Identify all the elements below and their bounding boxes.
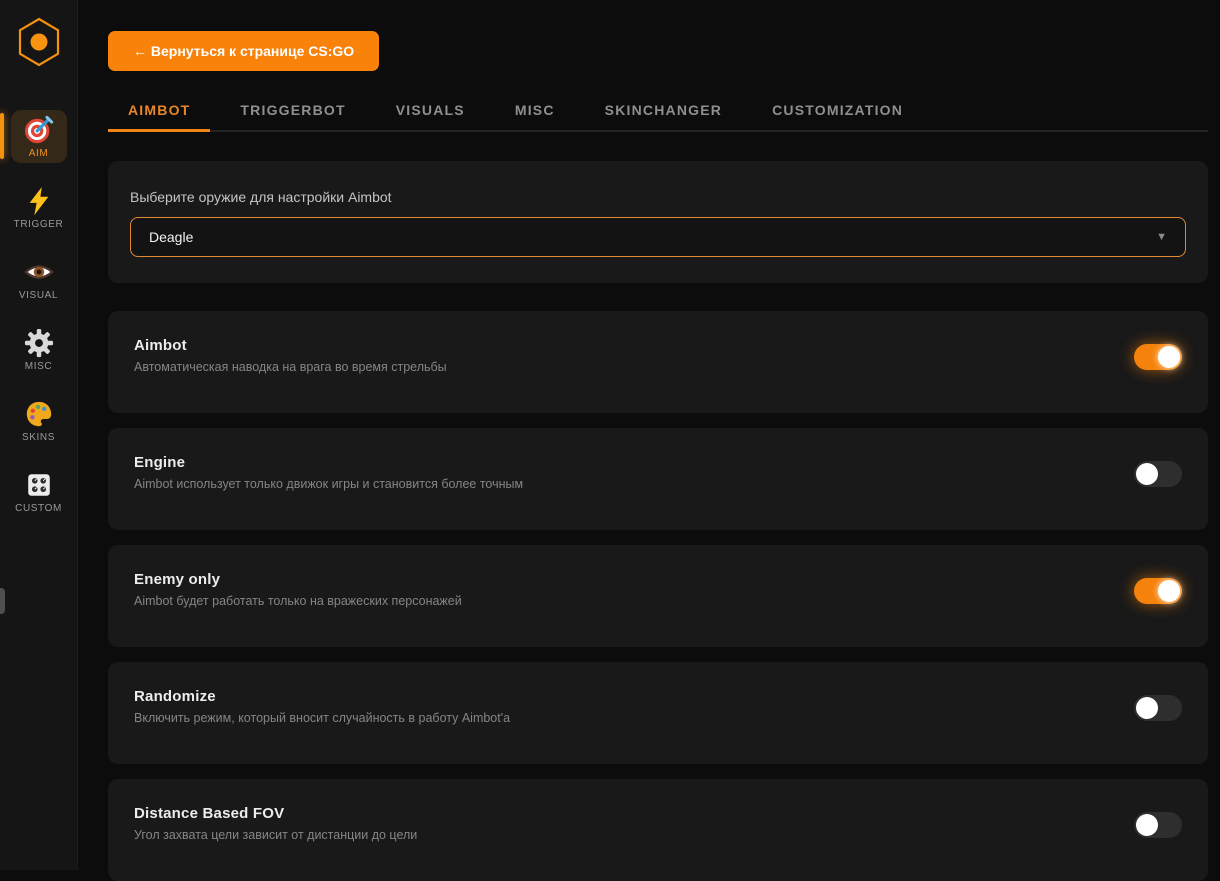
sidebar: AIM TRIGGER VISUAL — [0, 0, 78, 870]
weapon-select-value: Deagle — [149, 229, 193, 245]
weapon-select-card: Выберите оружие для настройки Aimbot Dea… — [108, 161, 1208, 283]
tab-triggerbot[interactable]: TRIGGERBOT — [220, 98, 365, 132]
sidebar-item-label: MISC — [25, 361, 52, 372]
setting-title: Randomize — [134, 688, 510, 705]
toggle-knob — [1136, 697, 1158, 719]
distance-based-fov-toggle[interactable] — [1134, 812, 1182, 838]
setting-description: Угол захвата цели зависит от дистанции д… — [134, 828, 417, 842]
sidebar-item-label: CUSTOM — [15, 503, 62, 514]
setting-title: Engine — [134, 454, 523, 471]
sidebar-item-label: TRIGGER — [14, 219, 64, 230]
sidebar-item-label: VISUAL — [19, 290, 58, 301]
setting-info: Engine Aimbot использует только движок и… — [134, 454, 523, 491]
sidebar-item-label: AIM — [29, 148, 49, 159]
tab-visuals[interactable]: VISUALS — [376, 98, 485, 132]
enemy-only-toggle[interactable] — [1134, 578, 1182, 604]
weapon-select-dropdown[interactable]: Deagle ▼ — [130, 217, 1186, 257]
app-window: AIM TRIGGER VISUAL — [0, 0, 1220, 870]
left-edge-handle[interactable] — [0, 588, 5, 614]
setting-description: Автоматическая наводка на врага во время… — [134, 360, 447, 374]
weapon-select-label: Выберите оружие для настройки Aimbot — [130, 189, 1186, 205]
tab-bar: AIMBOT TRIGGERBOT VISUALS MISC SKINCHANG… — [108, 98, 1208, 132]
tab-skinchanger[interactable]: SKINCHANGER — [585, 98, 742, 132]
sidebar-item-label: SKINS — [22, 432, 55, 443]
setting-info: Randomize Включить режим, который вносит… — [134, 688, 510, 725]
toggle-knob — [1158, 580, 1180, 602]
setting-title: Enemy only — [134, 571, 462, 588]
setting-title: Aimbot — [134, 337, 447, 354]
eye-icon — [24, 257, 54, 287]
setting-card-engine: Engine Aimbot использует только движок и… — [108, 428, 1208, 530]
sidebar-item-misc[interactable]: MISC — [11, 323, 67, 376]
randomize-toggle[interactable] — [1134, 695, 1182, 721]
toggle-knob — [1136, 463, 1158, 485]
tab-misc[interactable]: MISC — [495, 98, 575, 132]
setting-description: Aimbot будет работать только на вражески… — [134, 594, 462, 608]
dropdown-arrow-icon: ▼ — [1156, 231, 1167, 243]
tab-customization[interactable]: CUSTOMIZATION — [752, 98, 923, 132]
knobs-icon — [24, 470, 54, 500]
setting-card-aimbot: Aimbot Автоматическая наводка на врага в… — [108, 311, 1208, 413]
sidebar-item-visual[interactable]: VISUAL — [11, 252, 67, 305]
setting-card-distance-based-fov: Distance Based FOV Угол захвата цели зав… — [108, 779, 1208, 881]
hexagon-logo-icon — [16, 16, 62, 68]
setting-info: Enemy only Aimbot будет работать только … — [134, 571, 462, 608]
target-icon — [24, 115, 54, 145]
setting-description: Включить режим, который вносит случайнос… — [134, 711, 510, 725]
setting-info: Aimbot Автоматическая наводка на врага в… — [134, 337, 447, 374]
toggle-knob — [1158, 346, 1180, 368]
main-content: ← Вернуться к странице CS:GO AIMBOT TRIG… — [78, 0, 1220, 870]
sidebar-nav: AIM TRIGGER VISUAL — [0, 110, 77, 518]
aimbot-toggle[interactable] — [1134, 344, 1182, 370]
back-to-csgo-button[interactable]: ← Вернуться к странице CS:GO — [108, 31, 379, 71]
setting-description: Aimbot использует только движок игры и с… — [134, 477, 523, 491]
setting-card-randomize: Randomize Включить режим, который вносит… — [108, 662, 1208, 764]
toggle-knob — [1136, 814, 1158, 836]
setting-info: Distance Based FOV Угол захвата цели зав… — [134, 805, 417, 842]
sidebar-item-skins[interactable]: SKINS — [11, 394, 67, 447]
palette-icon — [24, 399, 54, 429]
setting-title: Distance Based FOV — [134, 805, 417, 822]
tab-aimbot[interactable]: AIMBOT — [108, 98, 210, 132]
setting-card-enemy-only: Enemy only Aimbot будет работать только … — [108, 545, 1208, 647]
sidebar-item-trigger[interactable]: TRIGGER — [11, 181, 67, 234]
engine-toggle[interactable] — [1134, 461, 1182, 487]
sidebar-item-aim[interactable]: AIM — [11, 110, 67, 163]
lightning-icon — [24, 186, 54, 216]
gear-icon — [24, 328, 54, 358]
sidebar-item-custom[interactable]: CUSTOM — [11, 465, 67, 518]
